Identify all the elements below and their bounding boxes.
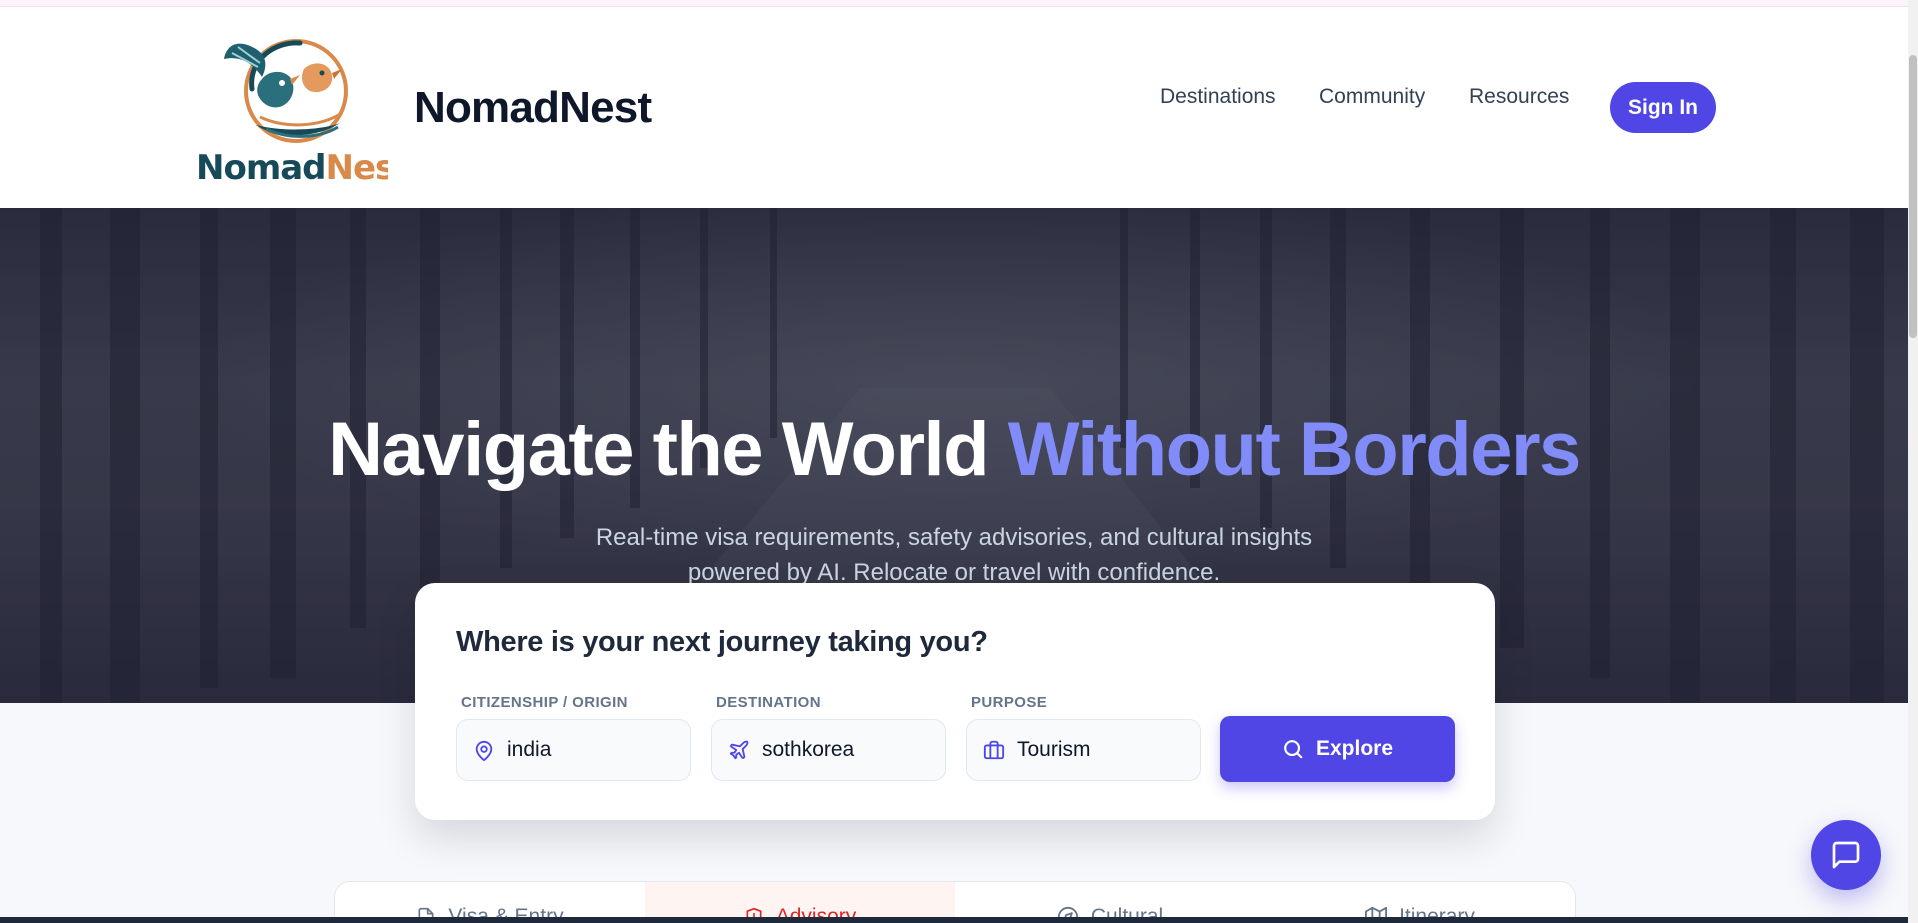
hero-subtitle-line1: Real-time visa requirements, safety advi… <box>595 524 1313 551</box>
purpose-field[interactable] <box>966 719 1201 781</box>
browser-top-strip <box>0 0 1918 7</box>
hero-subtitle: Real-time visa requirements, safety advi… <box>520 520 1388 590</box>
taskbar-edge <box>0 917 1918 923</box>
chat-bubble-icon <box>1832 841 1860 869</box>
nav-resources[interactable]: Resources <box>1469 85 1569 109</box>
nav-community[interactable]: Community <box>1319 85 1425 109</box>
site-header: NomadNest NomadNest Destinations Communi… <box>0 7 1908 208</box>
nav-destinations[interactable]: Destinations <box>1160 85 1276 109</box>
scrollbar-thumb[interactable] <box>1909 55 1917 338</box>
search-card: Where is your next journey taking you? C… <box>415 583 1495 820</box>
purpose-label: Purpose <box>971 694 1048 711</box>
explore-button[interactable]: Explore <box>1220 716 1455 782</box>
hero-title-main: Navigate the World <box>328 407 989 492</box>
chat-button[interactable] <box>1811 820 1881 890</box>
hero-title: Navigate the World Without Borders <box>0 406 1908 493</box>
destination-input[interactable] <box>762 720 937 780</box>
hero-title-accent: Without Borders <box>1007 407 1582 492</box>
svg-text:NomadNest: NomadNest <box>196 148 388 188</box>
origin-input[interactable] <box>507 720 682 780</box>
map-pin-icon <box>475 740 493 762</box>
purpose-input[interactable] <box>1017 720 1192 780</box>
search-card-title: Where is your next journey taking you? <box>456 626 988 658</box>
brand-name[interactable]: NomadNest <box>414 83 652 133</box>
sign-in-button[interactable]: Sign In <box>1610 82 1716 133</box>
destination-field[interactable] <box>711 719 946 781</box>
destination-label: Destination <box>716 694 821 711</box>
explore-label: Explore <box>1315 737 1394 760</box>
origin-label: Citizenship / Origin <box>461 694 628 711</box>
plane-icon <box>729 740 749 760</box>
search-icon <box>1284 740 1303 759</box>
origin-field[interactable] <box>456 719 691 781</box>
briefcase-icon <box>983 740 1005 760</box>
nomadnest-logo[interactable]: NomadNest <box>196 29 388 194</box>
